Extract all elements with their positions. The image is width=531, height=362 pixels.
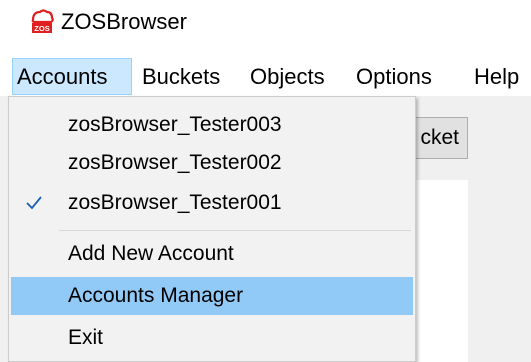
account-item-label: zosBrowser_Tester002 <box>68 151 282 174</box>
menu-separator <box>59 230 411 231</box>
title-bar: ZOS ZOSBrowser <box>0 0 531 52</box>
accounts-dropdown-menu: zosBrowser_Tester003 zosBrowser_Tester00… <box>8 96 416 362</box>
menu-accounts[interactable]: Accounts <box>12 58 132 95</box>
menu-buckets[interactable]: Buckets <box>138 58 224 95</box>
window-title: ZOSBrowser <box>61 9 187 34</box>
logo-text: ZOS <box>34 24 49 33</box>
menu-objects[interactable]: Objects <box>246 58 329 95</box>
zos-logo-icon: ZOS <box>31 9 54 33</box>
add-new-account-item[interactable]: Add New Account <box>11 235 413 273</box>
accounts-manager-item[interactable]: Accounts Manager <box>11 277 413 315</box>
menu-item-label: Accounts Manager <box>68 284 244 307</box>
account-item-tester003[interactable]: zosBrowser_Tester003 <box>11 106 413 144</box>
content-panel <box>412 180 468 362</box>
exit-item[interactable]: Exit <box>11 319 413 357</box>
menu-help[interactable]: Help <box>470 58 523 95</box>
account-item-tester001[interactable]: zosBrowser_Tester001 <box>11 184 413 222</box>
menu-bar: Accounts Buckets Objects Options Help <box>0 58 531 96</box>
menu-options[interactable]: Options <box>352 58 436 95</box>
menu-item-label: Exit <box>68 326 104 349</box>
menu-item-label: Add New Account <box>68 242 234 265</box>
checkmark-icon <box>26 196 42 210</box>
account-item-label: zosBrowser_Tester001 <box>68 191 282 214</box>
account-item-tester002[interactable]: zosBrowser_Tester002 <box>11 144 413 182</box>
account-item-label: zosBrowser_Tester003 <box>68 113 282 136</box>
